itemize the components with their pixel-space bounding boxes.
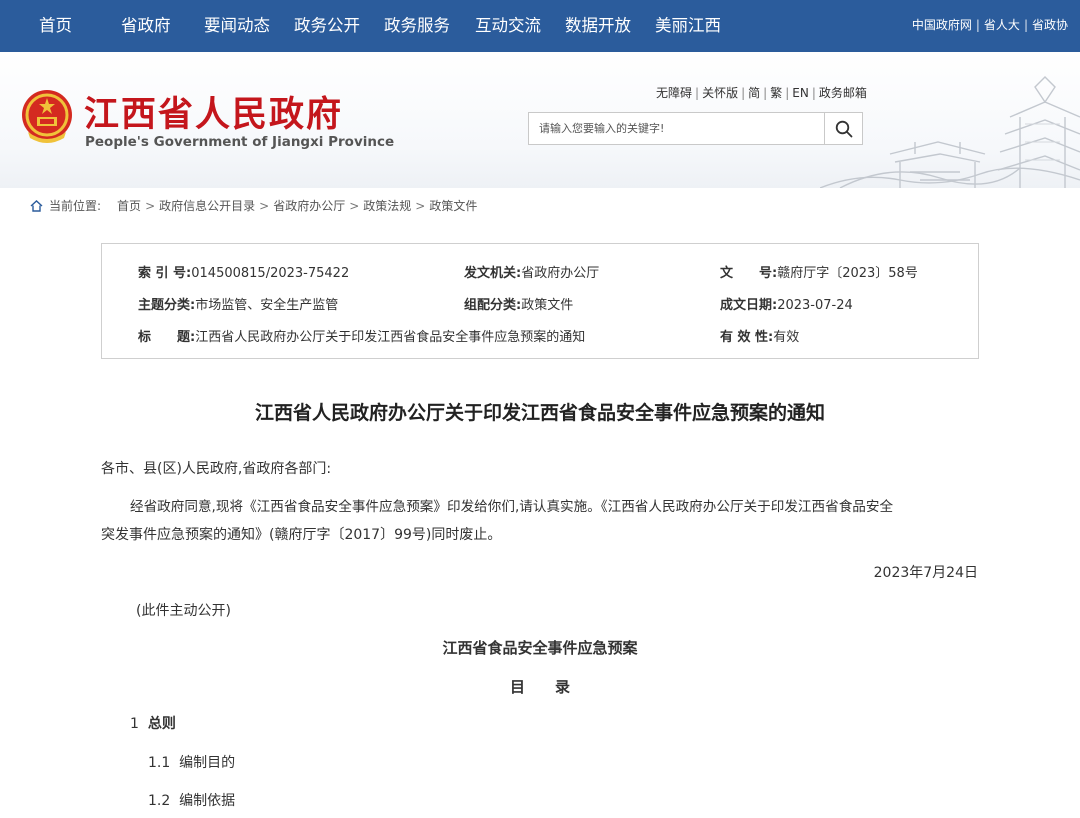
breadcrumb-label: 当前位置: (49, 199, 102, 213)
info-topic-value: 市场监管、安全生产监管 (195, 298, 339, 313)
search-box (528, 112, 863, 145)
toc-title: 目 录 (509, 678, 570, 696)
info-index-label: 索 引 号: (138, 266, 192, 281)
tengwang-pavilion-icon (820, 76, 1080, 188)
breadcrumb-policies[interactable]: 政策法规 (363, 197, 411, 214)
nav-provincial-government[interactable]: 省政府 (121, 0, 171, 52)
top-links: 中国政府网 | 省人大 | 省政协 (912, 0, 1068, 52)
info-date: 成文日期:2023-07-24 (720, 294, 853, 313)
toc-item-text: 编制依据 (179, 793, 236, 809)
divider: | (763, 86, 768, 100)
info-index-value: 014500815/2023-75422 (191, 266, 350, 281)
article-public-note: (此件主动公开) (136, 603, 231, 619)
toc-item-number: 1.2 (148, 793, 171, 809)
breadcrumb-separator: > (145, 198, 156, 213)
info-category-value: 政策文件 (521, 298, 574, 313)
info-validity: 有 效 性:有效 (720, 326, 799, 345)
info-date-value: 2023-07-24 (777, 298, 853, 313)
site-header: 江西省人民政府 People's Government of Jiangxi P… (0, 52, 1080, 188)
breadcrumb: 当前位置: 首页 > 政府信息公开目录 > 省政府办公厅 > 政策法规 > 政策… (30, 197, 477, 214)
info-date-label: 成文日期: (720, 298, 778, 313)
link-simplified[interactable]: 简 (748, 86, 760, 100)
info-title-label: 标 题: (138, 330, 196, 345)
info-topic: 主题分类:市场监管、安全生产监管 (138, 294, 338, 313)
info-category: 组配分类:政策文件 (464, 294, 573, 313)
home-icon (30, 199, 43, 212)
link-traditional[interactable]: 繁 (770, 86, 782, 100)
divider: | (741, 86, 746, 100)
info-title-value: 江西省人民政府办公厅关于印发江西省食品安全事件应急预案的通知 (195, 330, 586, 345)
divider: | (1023, 18, 1028, 32)
breadcrumb-separator: > (349, 198, 360, 213)
nav-interaction[interactable]: 互动交流 (475, 0, 541, 52)
document-info-box: 索 引 号:014500815/2023-75422 发文机关:省政府办公厅 文… (101, 243, 979, 359)
article-body-line-2: 突发事件应急预案的通知》(赣府厅字〔2017〕99号)同时废止。 (101, 527, 502, 543)
link-china-gov[interactable]: 中国政府网 (912, 18, 972, 32)
article-title: 江西省人民政府办公厅关于印发江西省食品安全事件应急预案的通知 (254, 402, 825, 424)
nav-open-data[interactable]: 数据开放 (565, 0, 631, 52)
search-input[interactable] (529, 113, 825, 144)
info-title: 标 题:江西省人民政府办公厅关于印发江西省食品安全事件应急预案的通知 (138, 326, 585, 345)
breadcrumb-general-office[interactable]: 省政府办公厅 (273, 197, 345, 214)
nav-gov-services[interactable]: 政务服务 (384, 0, 450, 52)
info-validity-value: 有效 (773, 330, 800, 345)
article-salutation: 各市、县(区)人民政府,省政府各部门: (101, 461, 332, 477)
article-body-line-1: 经省政府同意,现将《江西省食品安全事件应急预案》印发给你们,请认真实施。《江西省… (130, 499, 894, 515)
link-provincial-cppcc[interactable]: 省政协 (1032, 18, 1068, 32)
info-validity-label: 有 效 性: (720, 330, 774, 345)
divider: | (695, 86, 700, 100)
breadcrumb-policy-documents[interactable]: 政策文件 (429, 197, 477, 214)
info-doc-number: 文 号:赣府厅字〔2023〕58号 (720, 262, 918, 281)
info-index: 索 引 号:014500815/2023-75422 (138, 262, 349, 281)
link-provincial-congress[interactable]: 省人大 (984, 18, 1020, 32)
info-doc-number-label: 文 号: (720, 266, 778, 281)
toc-item-number: 1 (130, 716, 139, 732)
link-care-mode[interactable]: 关怀版 (702, 86, 738, 100)
toc-item-text: 总则 (147, 716, 176, 732)
info-doc-number-value: 赣府厅字〔2023〕58号 (777, 266, 918, 281)
breadcrumb-info-directory[interactable]: 政府信息公开目录 (159, 197, 255, 214)
national-emblem-icon (22, 90, 72, 143)
toc-item: 1.1 编制目的 (148, 752, 235, 772)
nav-beautiful-jiangxi[interactable]: 美丽江西 (655, 0, 721, 52)
breadcrumb-separator: > (259, 198, 270, 213)
top-nav: 首页 省政府 要闻动态 政务公开 政务服务 互动交流 数据开放 美丽江西 中国政… (0, 0, 1080, 52)
link-accessibility[interactable]: 无障碍 (656, 86, 692, 100)
divider: | (975, 18, 980, 32)
site-title[interactable]: 江西省人民政府 (84, 86, 343, 137)
info-issuer-value: 省政府办公厅 (521, 266, 600, 281)
toc-item: 1.2 编制依据 (148, 790, 235, 810)
toc-item-number: 1.1 (148, 755, 171, 771)
site-subtitle: People's Government of Jiangxi Province (85, 134, 395, 150)
info-category-label: 组配分类: (464, 298, 522, 313)
breadcrumb-home[interactable]: 首页 (117, 197, 141, 214)
article-date: 2023年7月24日 (873, 565, 978, 581)
info-topic-label: 主题分类: (138, 298, 196, 313)
divider: | (811, 86, 816, 100)
divider: | (785, 86, 790, 100)
plan-title: 江西省食品安全事件应急预案 (442, 639, 638, 657)
nav-news[interactable]: 要闻动态 (204, 0, 270, 52)
link-english[interactable]: EN (792, 86, 809, 100)
info-issuer-label: 发文机关: (464, 266, 522, 281)
nav-gov-affairs-public[interactable]: 政务公开 (294, 0, 360, 52)
info-issuer: 发文机关:省政府办公厅 (464, 262, 599, 281)
breadcrumb-separator: > (415, 198, 426, 213)
nav-home[interactable]: 首页 (39, 0, 72, 52)
toc-item-text: 编制目的 (179, 755, 236, 771)
toc-item: 1 总则 (130, 713, 176, 733)
